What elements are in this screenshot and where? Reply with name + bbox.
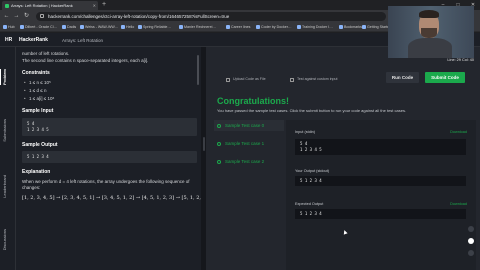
run-code-button[interactable]: Run Code (386, 72, 419, 83)
bookmark-icon (362, 25, 366, 29)
address-bar-url: hackerrank.com/challenges/ctci-array-lef… (48, 13, 230, 19)
bookmark-item[interactable]: Hello (121, 24, 134, 31)
sample-input-block: 5 4 1 2 3 4 5 (22, 117, 197, 136)
sample-output-heading: Sample Output (22, 141, 58, 148)
browser-tab-title: Arrays: Left Rotation | HackerRank (11, 3, 73, 8)
breadcrumb: Arrays: Left Rotation (62, 37, 104, 43)
drag-handle-icon[interactable] (202, 137, 205, 151)
settings-icon[interactable] (468, 250, 474, 256)
expected-output-box: 5 1 2 3 4 (295, 209, 466, 219)
problem-sidetabs: Problem Submissions Leaderboard Discussi… (0, 47, 16, 270)
upload-icon[interactable] (226, 77, 230, 82)
editor-pane: Upload Code as File Test against custom … (206, 47, 480, 270)
custom-input-label[interactable]: Test against custom input (297, 77, 338, 81)
bookmark-icon (3, 25, 7, 29)
bookmark-item[interactable]: Hub (3, 24, 15, 31)
bookmark-icon (20, 25, 24, 29)
bookmark-item[interactable]: Bookmarks (339, 24, 362, 31)
tab-submissions[interactable]: Submissions (2, 119, 14, 142)
explanation-heading: Explanation (22, 169, 51, 175)
constraint-item: 1 ≤ a[i] ≤ 10⁶ (22, 96, 195, 103)
check-circle-icon (217, 123, 221, 128)
back-icon[interactable]: ← (2, 11, 11, 21)
webcam-person-hair (419, 10, 439, 18)
bookmark-icon (297, 25, 301, 29)
bookmark-icon (62, 25, 66, 29)
constraints-list: 1 ≤ n ≤ 10⁵ 1 ≤ d ≤ n 1 ≤ a[i] ≤ 10⁶ (22, 80, 195, 103)
browser-tab[interactable]: Arrays: Left Rotation | HackerRank ✕ (2, 1, 98, 10)
help-icon[interactable] (468, 226, 474, 232)
bookmark-item[interactable]: Coder by Docker… (256, 24, 292, 31)
result-title: Congratulations! (217, 96, 289, 106)
webcam-person-beard (421, 28, 437, 38)
test-case-1[interactable]: Sample Test case 1 (214, 138, 284, 149)
problem-statement: number of left rotations. The second lin… (16, 47, 201, 270)
test-case-2[interactable]: Sample Test case 2 (214, 156, 284, 167)
bookmark-item[interactable]: Dilbert - Oracle Cl… (20, 24, 57, 31)
check-circle-icon (217, 159, 221, 164)
download-input-link[interactable]: Download (450, 130, 467, 134)
your-output-label: Your Output (stdout) (295, 169, 330, 173)
tab-leaderboard[interactable]: Leaderboard (2, 175, 14, 198)
close-tab-icon[interactable]: ✕ (93, 1, 96, 10)
bookmark-icon (339, 25, 343, 29)
your-output-box: 5 1 2 3 4 (295, 176, 466, 186)
address-bar[interactable]: hackerrank.com/challenges/ctci-array-lef… (36, 11, 386, 21)
bookmark-item[interactable]: Dadis (62, 24, 76, 31)
problem-scrollbar[interactable] (197, 55, 199, 85)
hackerrank-logo[interactable]: HR (5, 37, 12, 43)
custom-input-checkbox[interactable] (290, 77, 294, 82)
bookmark-icon (226, 25, 230, 29)
submit-code-button[interactable]: Submit Code (425, 72, 465, 83)
tab-problem[interactable]: Problem (2, 69, 14, 85)
expected-output-label: Expected Output (295, 202, 324, 206)
reload-icon[interactable]: ↻ (22, 11, 31, 21)
result-subtitle: You have passed the sample test cases. C… (217, 108, 407, 113)
intro-line: The second line contains n space-separat… (22, 57, 149, 63)
bookmark-icon (80, 25, 84, 29)
cursor-position: Line: 29 Col: 40 (447, 58, 474, 62)
bookmark-icon (121, 25, 125, 29)
bookmark-icon (138, 25, 142, 29)
hackerrank-favicon-icon (5, 3, 9, 8)
webcam-overlay (388, 6, 474, 58)
chat-icon[interactable] (468, 238, 474, 244)
brand-name[interactable]: HackerRank (19, 37, 48, 43)
constraint-item: 1 ≤ n ≤ 10⁵ (22, 80, 195, 87)
tab-discussions[interactable]: Discussions (2, 229, 14, 250)
explanation-math: [1, 2, 3, 4, 5] → [2, 3, 4, 5, 1] → [3, … (22, 194, 201, 201)
sample-output-block: 5 1 2 3 4 (22, 151, 197, 163)
bookmark-item[interactable]: Spring Reliable… (138, 24, 171, 31)
new-tab-icon[interactable]: + (100, 1, 108, 9)
bookmark-item[interactable]: Career lines (226, 24, 250, 31)
forward-icon[interactable]: → (12, 11, 21, 21)
test-case-0[interactable]: Sample Test case 0 (214, 120, 284, 131)
bookmark-item[interactable]: Weiss - WAW-WW… (80, 24, 118, 31)
webcam-person-body (408, 38, 452, 58)
test-case-list: Sample Test case 0 Sample Test case 1 Sa… (214, 120, 284, 270)
constraint-item: 1 ≤ d ≤ n (22, 88, 195, 95)
bookmark-icon (179, 25, 183, 29)
explanation-text: When we perform d = 4 left rotations, th… (22, 178, 190, 191)
bookmark-item[interactable]: Training Docker I… (297, 24, 333, 31)
check-circle-icon (217, 141, 221, 146)
sample-input-heading: Sample Input (22, 108, 54, 114)
input-label: Input (stdin) (295, 130, 316, 134)
lock-icon (40, 14, 44, 18)
test-case-details: Input (stdin) Download 5 4 1 2 3 4 5 You… (286, 120, 476, 270)
bookmark-icon (256, 25, 260, 29)
constraints-heading: Constraints (22, 70, 50, 76)
input-box: 5 4 1 2 3 4 5 (295, 139, 466, 155)
download-expected-link[interactable]: Download (450, 202, 467, 206)
upload-code-label[interactable]: Upload Code as File (233, 77, 266, 81)
bookmark-item[interactable]: Manier Rechnerei… (179, 24, 216, 31)
